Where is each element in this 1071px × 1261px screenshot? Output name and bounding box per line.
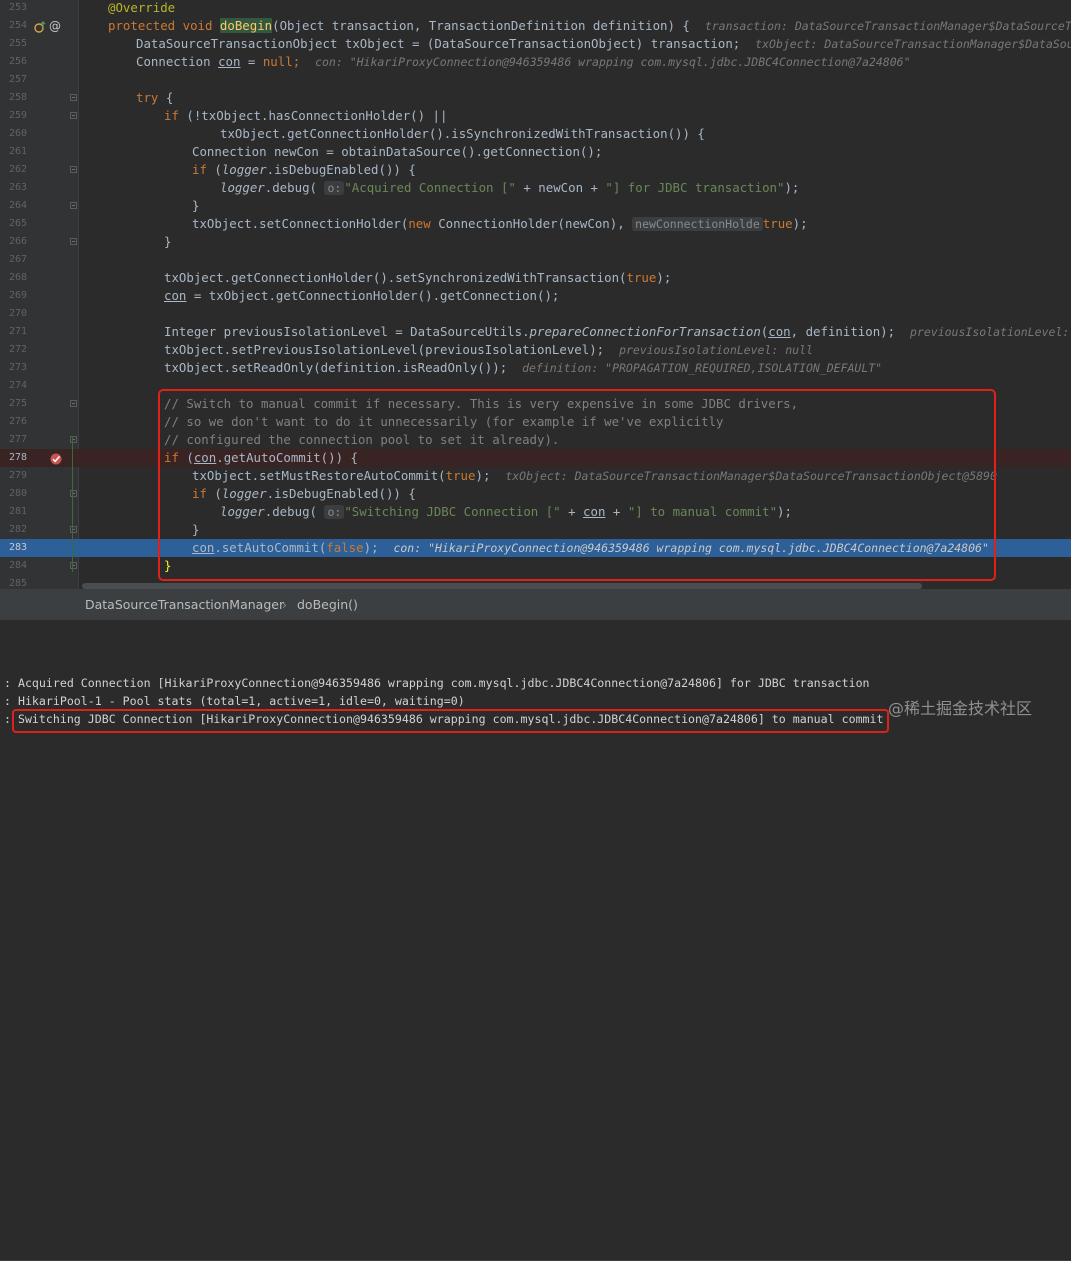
line-number: 274	[8, 380, 27, 391]
line-number: 270	[8, 308, 27, 319]
line-number: 269	[8, 290, 27, 301]
code-line[interactable]: 273 txObject.setReadOnly(definition.isRe…	[0, 359, 1071, 377]
code-line[interactable]: 260 txObject.getConnectionHolder().isSyn…	[0, 125, 1071, 143]
breakpoint-icon[interactable]	[49, 451, 63, 465]
code-line[interactable]: 269 con = txObject.getConnectionHolder()…	[0, 287, 1071, 305]
line-number: 261	[8, 146, 27, 157]
fold-icon[interactable]	[70, 94, 77, 101]
code-line[interactable]: 264 }	[0, 197, 1071, 215]
inline-debug-value: txObject: DataSourceTransactionManager$D…	[755, 37, 1071, 51]
line-number: 258	[8, 92, 27, 103]
line-number: 266	[8, 236, 27, 247]
line-number: 265	[8, 218, 27, 229]
code-line[interactable]: 256 Connection con = null; con: "HikariP…	[0, 53, 1071, 71]
line-number: 283	[8, 542, 27, 553]
line-number: 282	[8, 524, 27, 535]
inline-debug-value: con: "HikariProxyConnection@946359486 wr…	[315, 55, 911, 69]
line-number: 254	[8, 20, 27, 31]
console-log-line: : Acquired Connection [HikariProxyConnec…	[4, 676, 870, 690]
code-line[interactable]: 255 DataSourceTransactionObject txObject…	[0, 35, 1071, 53]
code-line[interactable]: 261 Connection newCon = obtainDataSource…	[0, 143, 1071, 161]
code-line[interactable]: 262 if (logger.isDebugEnabled()) {	[0, 161, 1071, 179]
code-line[interactable]: 270	[0, 305, 1071, 323]
inline-debug-value: definition: "PROPAGATION_REQUIRED,ISOLAT…	[522, 361, 883, 375]
line-number: 277	[8, 434, 27, 445]
line-number: 259	[8, 110, 27, 121]
breadcrumb-method[interactable]: doBegin()	[297, 597, 358, 612]
code-line[interactable]: 263 logger.debug( o: "Acquired Connection…	[0, 179, 1071, 197]
parameter-hint: newConnectionHolde	[632, 217, 763, 231]
breadcrumb: DataSourceTransactionManager › doBegin()	[0, 589, 1071, 620]
line-number: 276	[8, 416, 27, 427]
fold-icon[interactable]	[70, 202, 77, 209]
inline-debug-value: transaction: DataSourceTransactionManage…	[704, 19, 1071, 33]
code-line[interactable]: 253 @Override	[0, 0, 1071, 17]
line-number: 263	[8, 182, 27, 193]
code-line[interactable]: 272 txObject.setPreviousIsolationLevel(p…	[0, 341, 1071, 359]
parameter-hint: o:	[324, 181, 345, 195]
code-line[interactable]: 268 txObject.getConnectionHolder().setSy…	[0, 269, 1071, 287]
line-number: 275	[8, 398, 27, 409]
line-number: 284	[8, 560, 27, 571]
line-number: 267	[8, 254, 27, 265]
line-number: 271	[8, 326, 27, 337]
line-number: 256	[8, 56, 27, 67]
breadcrumb-class[interactable]: DataSourceTransactionManager	[85, 597, 284, 612]
fold-icon[interactable]	[70, 112, 77, 119]
line-number: 281	[8, 506, 27, 517]
console-log-line: : HikariPool-1 - Pool stats (total=1, ac…	[4, 694, 465, 708]
line-number: 260	[8, 128, 27, 139]
code-line[interactable]: 254 @ protected void doBegin(Object tran…	[0, 17, 1071, 35]
line-number: 264	[8, 200, 27, 211]
line-number: 255	[8, 38, 27, 49]
annotation: @Override	[108, 0, 176, 15]
line-number: 285	[8, 578, 27, 589]
line-number: 262	[8, 164, 27, 175]
override-icon[interactable]	[33, 19, 47, 33]
fold-icon[interactable]	[70, 166, 77, 173]
indent-guide	[72, 436, 73, 572]
line-number: 279	[8, 470, 27, 481]
code-line[interactable]: 267	[0, 251, 1071, 269]
line-number: 278	[8, 452, 27, 463]
line-number: 273	[8, 362, 27, 373]
breadcrumb-separator: ›	[282, 597, 287, 612]
annotation-icon[interactable]: @	[49, 18, 61, 34]
line-number: 268	[8, 272, 27, 283]
fold-icon[interactable]	[70, 238, 77, 245]
code-line[interactable]: 271 Integer previousIsolationLevel = Dat…	[0, 323, 1071, 341]
code-line[interactable]: 258 try {	[0, 89, 1071, 107]
code-line[interactable]: 257	[0, 71, 1071, 89]
code-line[interactable]: 265 txObject.setConnectionHolder(new Con…	[0, 215, 1071, 233]
console-highlight-box	[12, 709, 889, 733]
annotation-highlight-box	[158, 389, 996, 581]
fold-icon[interactable]	[70, 400, 77, 407]
code-editor[interactable]: 253 @Override 254 @ protected void doBeg…	[0, 0, 1071, 589]
method-name: doBegin	[219, 18, 273, 33]
inline-debug-value: previousIsolationLevel: null	[910, 325, 1070, 339]
line-number: 280	[8, 488, 27, 499]
line-number: 272	[8, 344, 27, 355]
line-number: 253	[8, 2, 27, 13]
watermark: @稀土掘金技术社区	[888, 699, 1033, 718]
code-line[interactable]: 259 if (!txObject.hasConnectionHolder() …	[0, 107, 1071, 125]
line-number: 257	[8, 74, 27, 85]
inline-debug-value: previousIsolationLevel: null	[619, 343, 813, 357]
code-line[interactable]: 266 }	[0, 233, 1071, 251]
